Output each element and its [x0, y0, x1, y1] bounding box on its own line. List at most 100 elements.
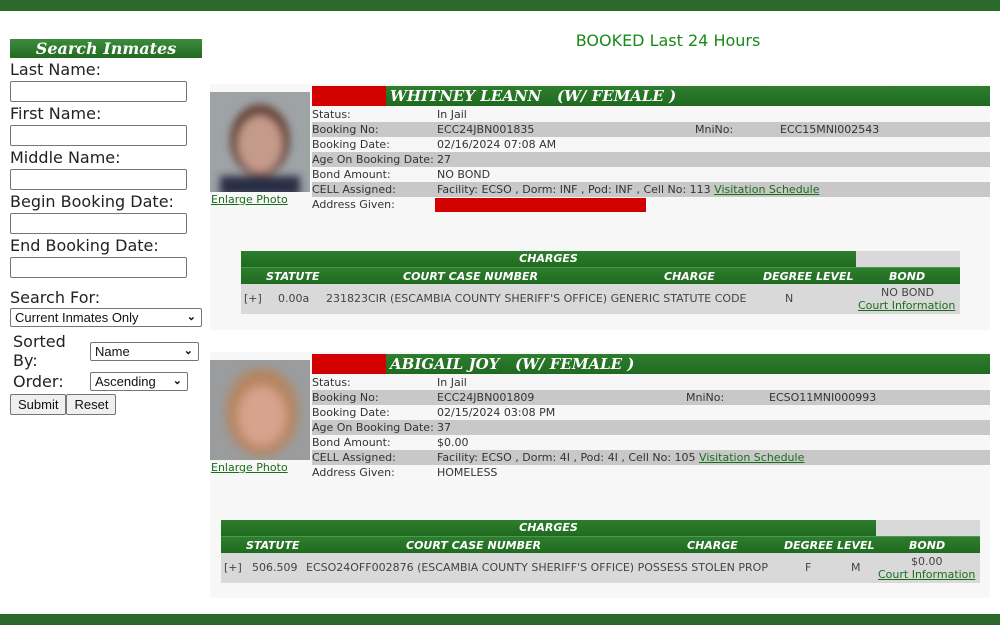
redacted-block	[312, 86, 386, 106]
visitation-schedule-link[interactable]: Visitation Schedule	[699, 451, 804, 464]
inmate-name: ABIGAIL JOY (W/ FEMALE )	[390, 355, 635, 373]
charges-table: CHARGES STATUTE COURT CASE NUMBER CHARGE…	[241, 251, 960, 314]
status-value: In Jail	[437, 376, 467, 389]
age-value: 27	[437, 153, 451, 166]
booking-date-value: 02/16/2024 07:08 AM	[437, 138, 557, 151]
chevron-down-icon: ⌄	[183, 344, 193, 357]
statute-cell: 0.00a	[278, 292, 310, 305]
visitation-schedule-link[interactable]: Visitation Schedule	[714, 183, 819, 196]
inmate-name-bar: WHITNEY LEANN (W/ FEMALE )	[312, 86, 990, 106]
bond-header: BOND	[909, 539, 946, 552]
first-name-input[interactable]	[10, 125, 187, 146]
bond-cell: $0.00	[911, 555, 943, 568]
middle-name-input[interactable]	[10, 169, 187, 190]
inmate-name: WHITNEY LEANN (W/ FEMALE )	[390, 87, 677, 105]
search-for-value: Current Inmates Only	[15, 310, 139, 325]
charges-header-row: STATUTE COURT CASE NUMBER CHARGE DEGREE …	[221, 536, 980, 553]
top-banner	[0, 0, 1000, 11]
begin-booking-date-input[interactable]	[10, 213, 187, 234]
bond-cell: NO BOND	[881, 286, 935, 299]
reset-button[interactable]: Reset	[66, 394, 117, 415]
page-heading: BOOKED Last 24 Hours	[575, 31, 761, 50]
address-label: Address Given:	[312, 466, 395, 479]
bond-amount-value: NO BOND	[437, 168, 491, 181]
court-case-header: COURT CASE NUMBER	[403, 270, 538, 283]
redacted-block	[312, 354, 386, 374]
charges-table: CHARGES STATUTE COURT CASE NUMBER CHARGE…	[221, 520, 980, 583]
search-for-select[interactable]: Current Inmates Only ⌄	[10, 308, 202, 327]
chevron-down-icon: ⌄	[186, 311, 196, 323]
inmate-name-bar: ABIGAIL JOY (W/ FEMALE )	[312, 354, 990, 374]
booking-date-label: Booking Date:	[312, 406, 390, 419]
last-name-label: Last Name:	[10, 60, 102, 79]
statute-header: STATUTE	[266, 270, 320, 283]
end-booking-date-input[interactable]	[10, 257, 187, 278]
first-name-label: First Name:	[10, 104, 102, 123]
bond-header: BOND	[889, 270, 926, 283]
degree-level-header: DEGREE LEVEL	[763, 270, 854, 283]
sorted-by-label: Sorted By:	[13, 332, 66, 370]
level-cell: M	[851, 561, 861, 574]
order-label: Order:	[13, 372, 64, 391]
court-information-link[interactable]: Court Information	[878, 568, 975, 581]
charge-header: CHARGE	[664, 270, 715, 283]
age-label: Age On Booking Date:	[312, 153, 434, 166]
search-for-label: Search For:	[10, 288, 101, 307]
case-charge-cell: 231823CIR (ESCAMBIA COUNTY SHERIFF'S OFF…	[326, 292, 747, 305]
redacted-address	[435, 198, 646, 212]
sorted-by-select[interactable]: Name ⌄	[90, 341, 199, 361]
inmate-photo[interactable]	[210, 360, 310, 460]
search-panel-title: Search Inmates	[10, 39, 202, 58]
status-label: Status:	[312, 108, 351, 121]
booking-no-value: ECC24JBN001809	[437, 391, 535, 404]
inmate-photo[interactable]	[210, 92, 310, 192]
mni-label: MniNo:	[695, 123, 734, 136]
address-value: HOMELESS	[437, 466, 498, 479]
statute-header: STATUTE	[246, 539, 300, 552]
order-select[interactable]: Ascending ⌄	[90, 372, 188, 391]
degree-cell: F	[805, 561, 812, 574]
degree-cell: N	[785, 292, 794, 305]
age-label: Age On Booking Date:	[312, 421, 434, 434]
charge-header: CHARGE	[687, 539, 738, 552]
booking-date-value: 02/15/2024 03:08 PM	[437, 406, 556, 419]
enlarge-photo-link[interactable]: Enlarge Photo	[211, 461, 288, 474]
chevron-down-icon: ⌄	[172, 375, 182, 387]
bond-amount-label: Bond Amount:	[312, 168, 391, 181]
last-name-input[interactable]	[10, 81, 187, 102]
booking-no-label: Booking No:	[312, 123, 379, 136]
court-information-link[interactable]: Court Information	[858, 299, 955, 312]
end-booking-date-label: End Booking Date:	[10, 236, 159, 255]
bottom-banner	[0, 614, 1000, 625]
inmate-card: Enlarge Photo ABIGAIL JOY (W/ FEMALE ) S…	[210, 352, 990, 598]
degree-level-header: DEGREE LEVEL	[784, 539, 875, 552]
mni-label: MniNo:	[686, 391, 725, 404]
bond-amount-value: $0.00	[437, 436, 469, 449]
mni-value: ECC15MNI002543	[780, 123, 880, 136]
sorted-by-value: Name	[95, 343, 130, 359]
charge-row: [+] 0.00a 231823CIR (ESCAMBIA COUNTY SHE…	[241, 284, 960, 314]
begin-booking-date-label: Begin Booking Date:	[10, 192, 174, 211]
bond-amount-label: Bond Amount:	[312, 436, 391, 449]
status-value: In Jail	[437, 108, 467, 121]
address-label: Address Given:	[312, 198, 395, 211]
charge-row: [+] 506.509 ECSO24OFF002876 (ESCAMBIA CO…	[221, 553, 980, 583]
cell-label: CELL Assigned:	[312, 451, 396, 464]
case-charge-cell: ECSO24OFF002876 (ESCAMBIA COUNTY SHERIFF…	[306, 561, 768, 574]
enlarge-photo-link[interactable]: Enlarge Photo	[211, 193, 288, 206]
booking-no-value: ECC24JBN001835	[437, 123, 535, 136]
booking-date-label: Booking Date:	[312, 138, 390, 151]
search-panel: Search Inmates Last Name: First Name: Mi…	[10, 39, 203, 415]
expand-toggle[interactable]: [+]	[224, 561, 242, 574]
inmate-details: Status: In Jail Booking No: ECC24JBN0018…	[312, 107, 990, 212]
submit-button[interactable]: Submit	[10, 394, 67, 415]
inmate-card: Enlarge Photo WHITNEY LEANN (W/ FEMALE )…	[210, 84, 990, 330]
charges-title: CHARGES	[241, 251, 856, 267]
charges-title: CHARGES	[221, 520, 876, 536]
expand-toggle[interactable]: [+]	[244, 292, 262, 305]
cell-value: Facility: ECSO , Dorm: INF , Pod: INF , …	[437, 183, 711, 196]
mni-value: ECSO11MNI000993	[769, 391, 877, 404]
age-value: 37	[437, 421, 451, 434]
order-value: Ascending	[95, 374, 156, 389]
cell-label: CELL Assigned:	[312, 183, 396, 196]
